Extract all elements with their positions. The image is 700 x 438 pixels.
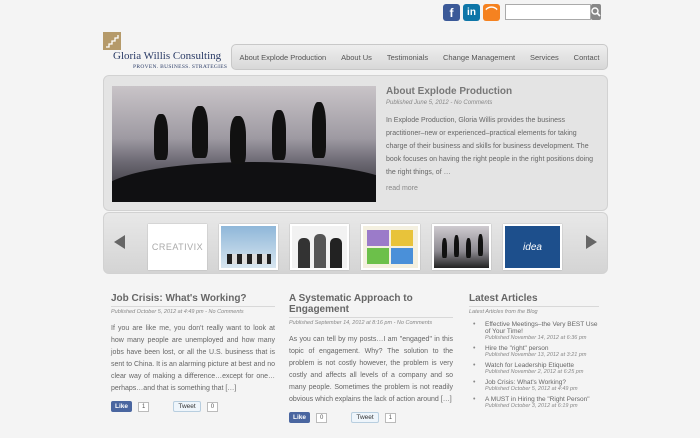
thumb-label: idea xyxy=(523,241,542,253)
thumb-label: CREATIVIX xyxy=(151,242,204,252)
like-count: 0 xyxy=(316,412,328,423)
featured-excerpt: In Explode Production, Gloria Willis pro… xyxy=(386,117,594,176)
featured-image[interactable] xyxy=(112,86,376,202)
featured-post: About Explode Production Published June … xyxy=(103,75,608,211)
latest-item: A MUST in Hiring the "Right Person"Publi… xyxy=(469,396,599,409)
search-box xyxy=(505,4,601,20)
post-excerpt: If you are like me, you don't really wan… xyxy=(111,325,275,392)
carousel-thumb-chess[interactable] xyxy=(219,224,278,270)
search-button[interactable] xyxy=(591,4,601,20)
latest-item-meta: Published November 13, 2012 at 3:21 pm xyxy=(485,352,587,358)
share-bar: Like 0 Tweet 1 xyxy=(289,412,453,423)
latest-item-meta: Published October 3, 2012 at 6:19 pm xyxy=(485,403,578,409)
tweet-button[interactable]: Tweet xyxy=(173,401,201,412)
latest-item: Watch for Leadership EtiquettePublished … xyxy=(469,362,599,375)
carousel-thumb-jumping[interactable] xyxy=(432,224,491,270)
nav-item-testimonials[interactable]: Testimonials xyxy=(387,53,428,62)
carousel-thumb-creativix[interactable]: CREATIVIX xyxy=(148,224,207,270)
latest-title: Latest Articles xyxy=(469,293,538,304)
latest-item: Job Crisis: What's Working?Published Oct… xyxy=(469,379,599,392)
post-meta: Published October 5, 2012 at 4:49 pm - N… xyxy=(111,306,275,315)
like-count: 1 xyxy=(138,401,150,412)
main-nav: About Explode Production About Us Testim… xyxy=(231,44,608,70)
latest-list: Effective Meetings–the Very BEST Use of … xyxy=(469,321,599,409)
carousel-thumb-puzzle[interactable] xyxy=(361,224,420,270)
latest-item: Effective Meetings–the Very BEST Use of … xyxy=(469,321,599,341)
post-title[interactable]: A Systematic Approach to Engagement xyxy=(289,293,453,315)
post-meta: Published September 14, 2012 at 8:16 pm … xyxy=(289,317,453,326)
latest-item: Hire the "right" personPublished Novembe… xyxy=(469,345,599,358)
read-more-link[interactable]: read more xyxy=(386,185,598,192)
latest-subtitle: Latest Articles from the Blog xyxy=(469,306,599,315)
latest-item-title[interactable]: A MUST in Hiring the "Right Person" xyxy=(485,396,599,403)
search-icon xyxy=(591,7,601,17)
facebook-like-button[interactable]: Like xyxy=(111,401,133,412)
latest-item-title[interactable]: Job Crisis: What's Working? xyxy=(485,379,599,386)
nav-item-contact[interactable]: Contact xyxy=(574,53,600,62)
linkedin-icon[interactable]: in xyxy=(463,4,480,21)
facebook-icon[interactable]: f xyxy=(443,4,460,21)
carousel-prev-arrow-icon[interactable] xyxy=(114,235,125,249)
social-links: f in ⌒ xyxy=(443,4,500,21)
rss-icon[interactable]: ⌒ xyxy=(483,4,500,21)
logo-mark-icon xyxy=(103,32,121,50)
latest-item-title[interactable]: Watch for Leadership Etiquette xyxy=(485,362,599,369)
featured-meta: Published June 5, 2012 - No Comments xyxy=(386,100,493,106)
carousel-thumb-idea[interactable]: idea xyxy=(503,224,562,270)
facebook-like-button[interactable]: Like xyxy=(289,412,311,423)
latest-articles: Latest Articles Latest Articles from the… xyxy=(469,293,599,413)
logo-name: Gloria Willis Consulting xyxy=(113,50,222,62)
search-input[interactable] xyxy=(505,4,591,20)
nav-item-services[interactable]: Services xyxy=(530,53,559,62)
tweet-count: 0 xyxy=(206,401,219,412)
latest-item-meta: Published November 14, 2012 at 6:36 pm xyxy=(485,335,587,341)
post-systematic-approach: A Systematic Approach to Engagement Publ… xyxy=(289,293,453,423)
tweet-count: 1 xyxy=(384,412,397,423)
featured-title[interactable]: About Explode Production xyxy=(386,86,598,97)
latest-item-title[interactable]: Hire the "right" person xyxy=(485,345,599,352)
tweet-button[interactable]: Tweet xyxy=(351,412,379,423)
post-job-crisis: Job Crisis: What's Working? Published Oc… xyxy=(111,293,275,412)
nav-item-about-explode-production[interactable]: About Explode Production xyxy=(239,53,326,62)
share-bar: Like 1 Tweet 0 xyxy=(111,401,275,412)
latest-item-meta: Published November 2, 2012 at 6:25 pm xyxy=(485,369,584,375)
post-title[interactable]: Job Crisis: What's Working? xyxy=(111,293,275,304)
nav-item-change-management[interactable]: Change Management xyxy=(443,53,515,62)
carousel-next-arrow-icon[interactable] xyxy=(586,235,597,249)
logo-tagline: PROVEN. BUSINESS. STRATEGIES xyxy=(133,64,228,70)
latest-item-title[interactable]: Effective Meetings–the Very BEST Use of … xyxy=(485,321,599,335)
carousel-thumb-team[interactable] xyxy=(290,224,349,270)
thumbnail-carousel: CREATIVIX idea xyxy=(103,212,608,274)
site-logo[interactable]: Gloria Willis Consulting PROVEN. BUSINES… xyxy=(103,32,227,72)
post-excerpt: As you can tell by my posts…I am "engage… xyxy=(289,336,453,403)
latest-item-meta: Published October 5, 2012 at 4:49 pm xyxy=(485,386,578,392)
nav-item-about-us[interactable]: About Us xyxy=(341,53,372,62)
